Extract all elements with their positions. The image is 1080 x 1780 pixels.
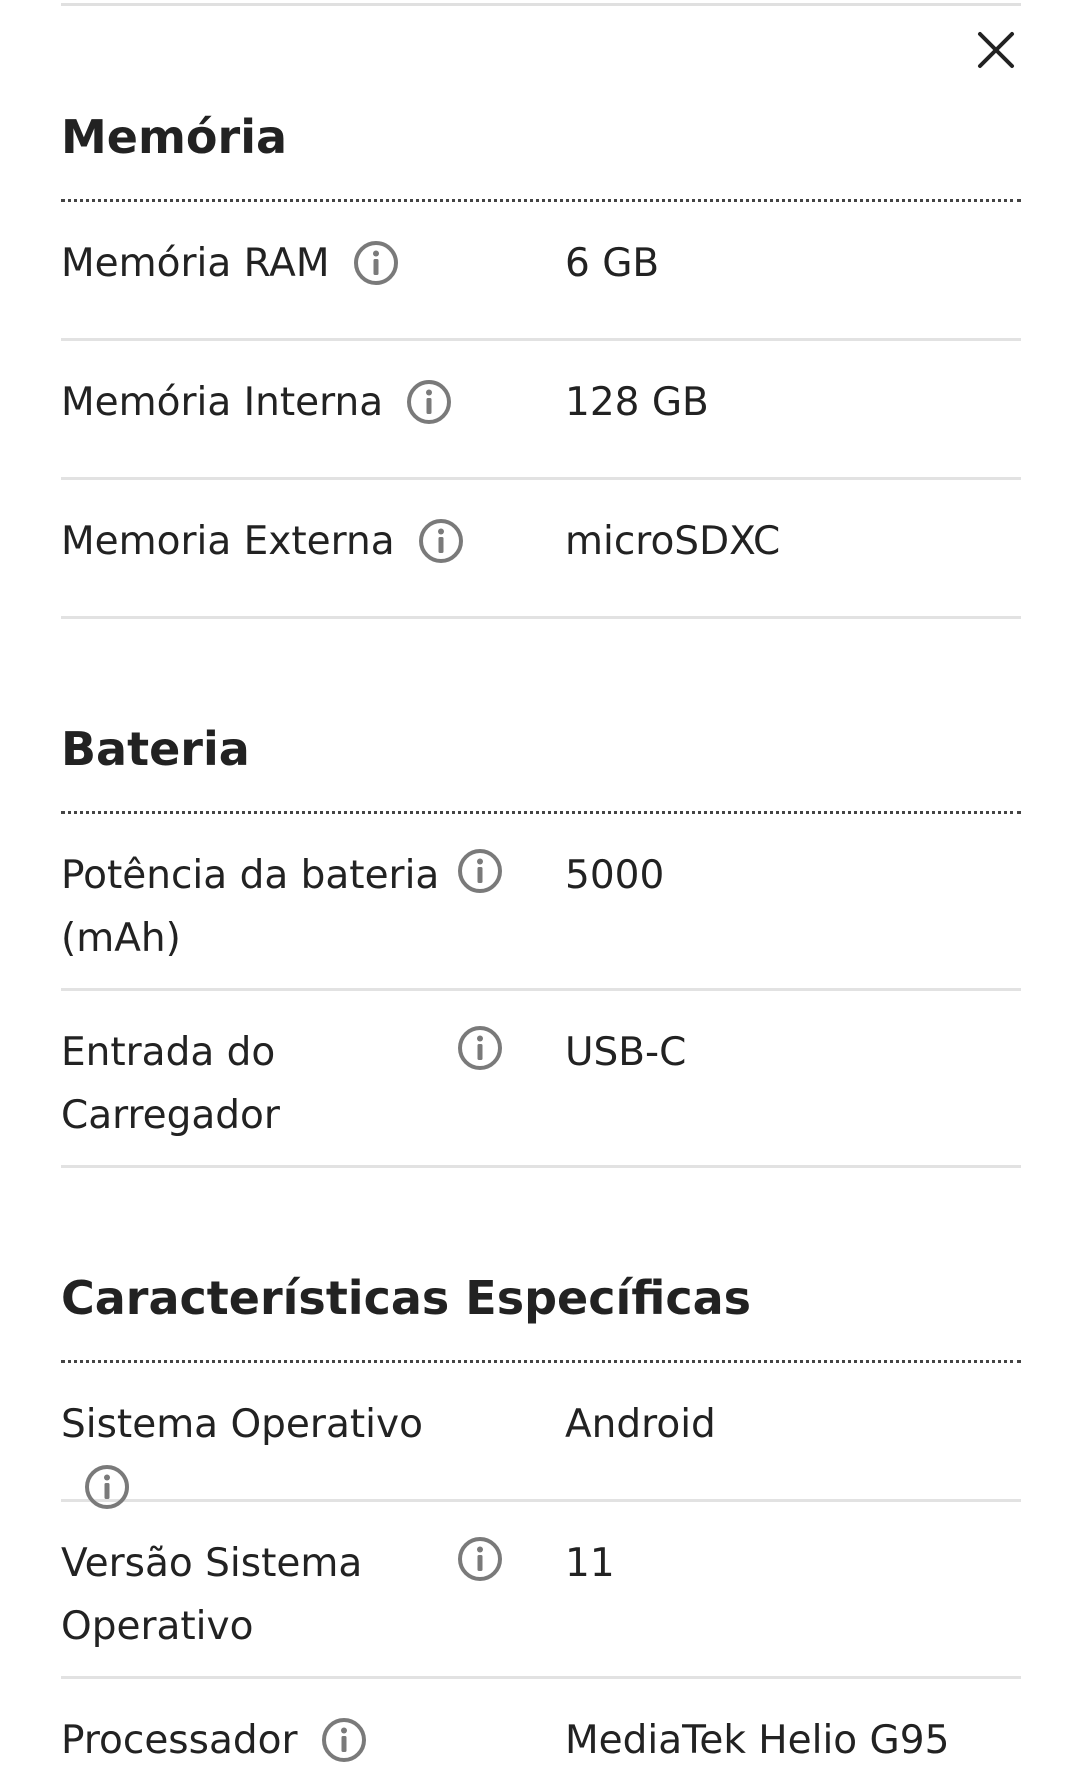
spec-label-wrap: Memória Interna	[61, 371, 481, 434]
spec-label-wrap: Sistema Operativo	[61, 1393, 481, 1519]
info-icon[interactable]	[352, 239, 400, 287]
spec-row-internal-memory: Memória Interna 128 GB	[61, 341, 1021, 480]
spec-label: Memoria Externa	[61, 519, 395, 564]
top-divider	[61, 3, 1021, 6]
info-icon[interactable]	[456, 847, 504, 895]
spec-row-processor: Processador MediaTek Helio G95	[61, 1679, 1021, 1779]
spec-value: Android	[565, 1402, 716, 1447]
spec-row-charger-input: Entrada do Carregador USB-C	[61, 991, 1021, 1168]
info-icon[interactable]	[456, 1024, 504, 1072]
section-title-bateria: Bateria	[61, 722, 250, 776]
spec-value: USB-C	[565, 1030, 687, 1075]
section-title-memoria: Memória	[61, 110, 288, 164]
spec-label-wrap: Memoria Externa	[61, 510, 481, 573]
spec-row-external-memory: Memoria Externa microSDXC	[61, 480, 1021, 619]
spec-row-ram: Memória RAM 6 GB	[61, 202, 1021, 341]
info-icon[interactable]	[405, 378, 453, 426]
spec-label: Entrada do Carregador	[61, 1030, 280, 1138]
spec-label: Versão Sistema Operativo	[61, 1541, 363, 1649]
spec-label: Memória Interna	[61, 380, 384, 425]
spec-value: 5000	[565, 853, 665, 898]
spec-row-operating-system: Sistema Operativo Android	[61, 1363, 1021, 1509]
section-title-caracteristicas: Características Específicas	[61, 1271, 752, 1325]
spec-label-wrap: Memória RAM	[61, 232, 481, 295]
spec-value: 6 GB	[565, 241, 660, 286]
spec-value: 128 GB	[565, 380, 709, 425]
spec-label: Sistema Operativo	[61, 1402, 423, 1447]
info-icon[interactable]	[320, 1716, 368, 1764]
spec-value: microSDXC	[565, 519, 781, 564]
info-icon[interactable]	[456, 1535, 504, 1583]
spec-row-battery-capacity: Potência da bateria (mAh) 5000	[61, 814, 1021, 991]
spec-label: Processador	[61, 1718, 298, 1763]
spec-value: MediaTek Helio G95	[565, 1718, 950, 1763]
spec-row-os-version: Versão Sistema Operativo 11	[61, 1502, 1021, 1679]
close-button[interactable]	[972, 26, 1020, 74]
info-icon[interactable]	[417, 517, 465, 565]
spec-value: 11	[565, 1541, 615, 1586]
spec-label: Memória RAM	[61, 241, 330, 286]
spec-label: Potência da bateria (mAh)	[61, 853, 440, 961]
spec-label-wrap: Processador	[61, 1709, 481, 1772]
close-icon	[978, 32, 1014, 68]
